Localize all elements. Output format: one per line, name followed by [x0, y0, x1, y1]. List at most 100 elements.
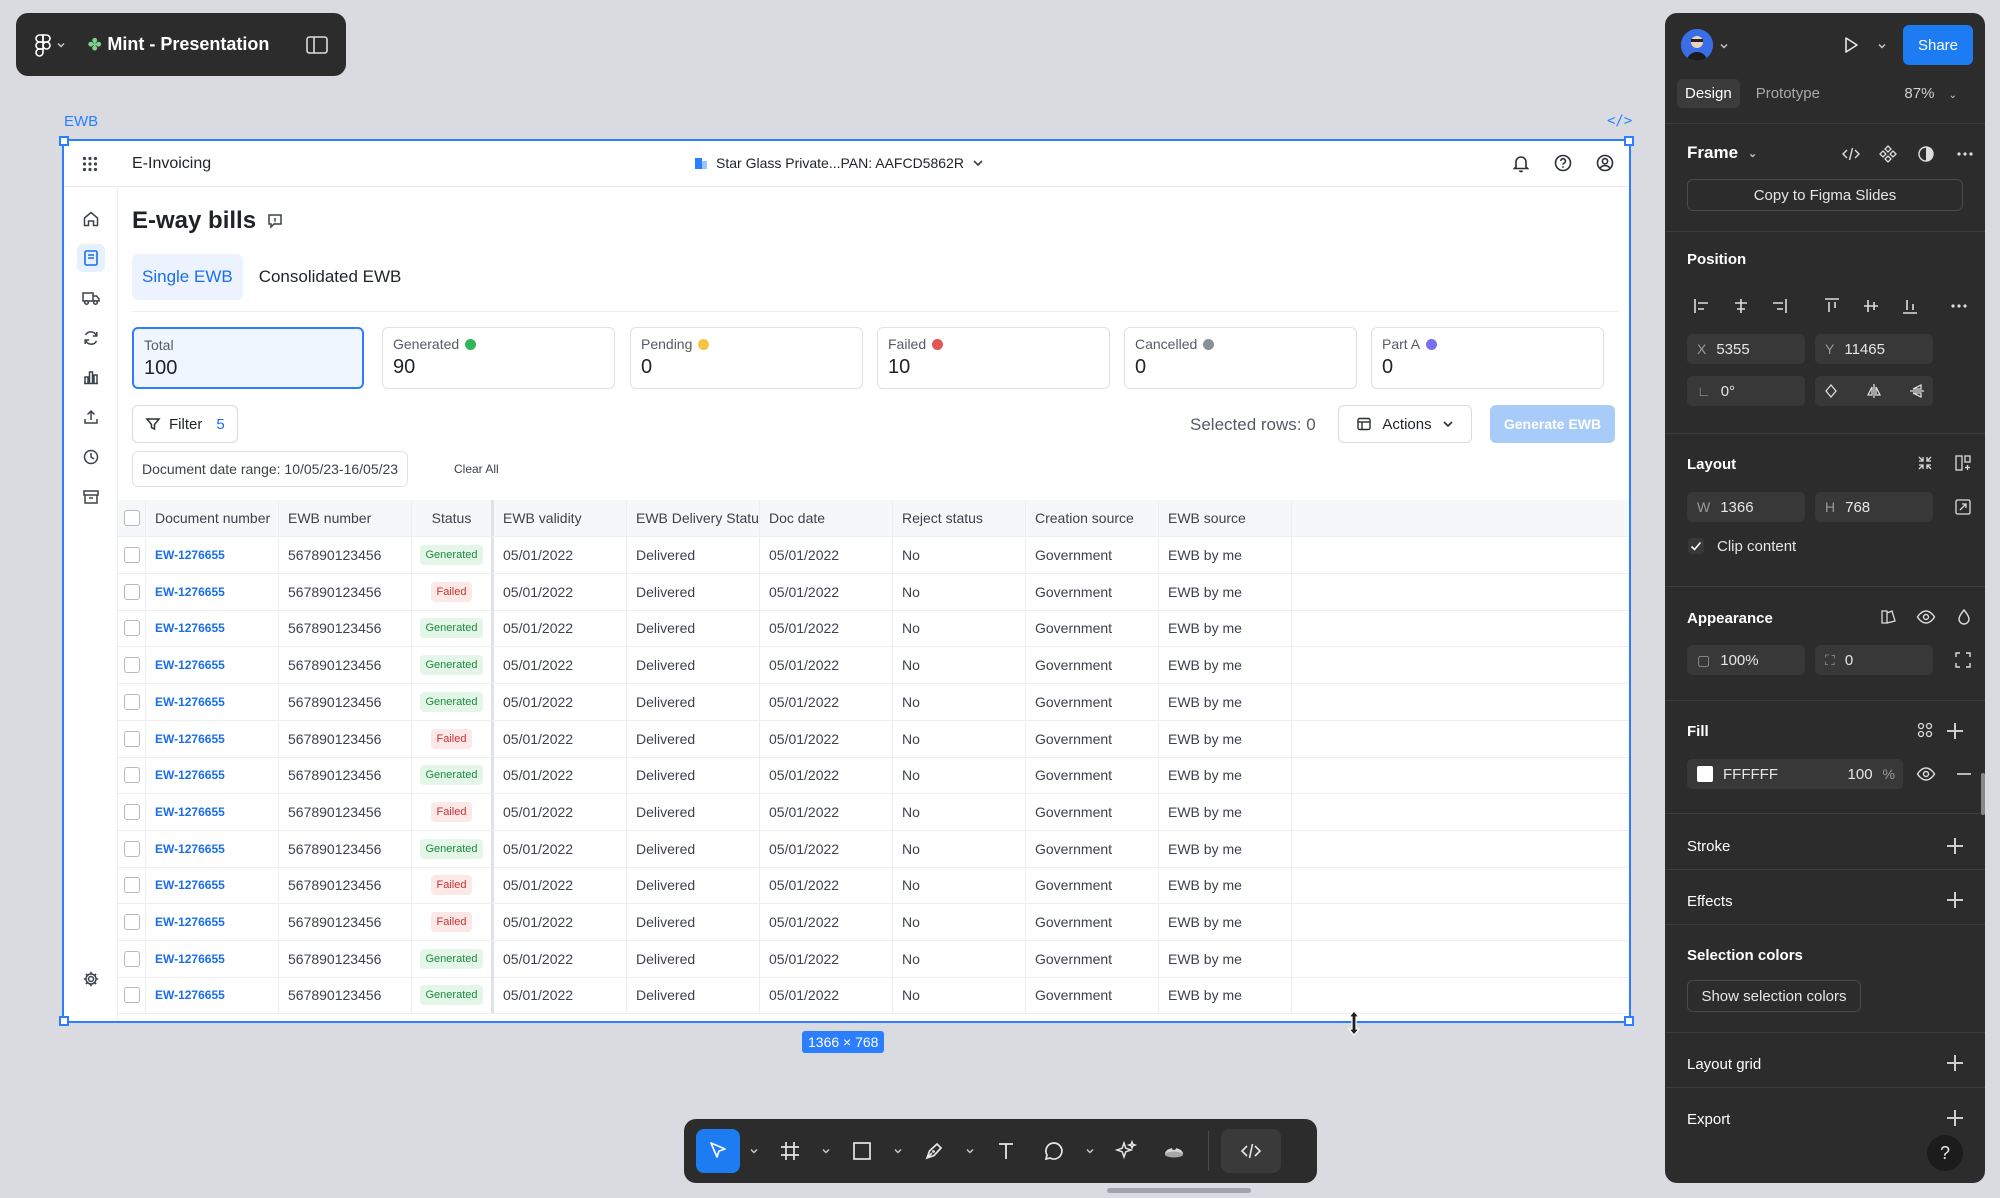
drop-icon[interactable] [1955, 608, 1973, 626]
document-number-link[interactable]: EW-1276655 [155, 585, 225, 599]
filter-button[interactable]: Filter 5 [132, 405, 238, 443]
row-checkbox[interactable] [123, 547, 140, 563]
rotation-field[interactable]: ∟ 0° [1687, 376, 1805, 406]
document-number-link[interactable]: EW-1276655 [155, 621, 225, 635]
move-tool[interactable] [696, 1129, 740, 1173]
fill-color-field[interactable]: FFFFFF 100 % [1687, 759, 1903, 789]
table-row[interactable]: EW-1276655 567890123456 Generated 05/01/202… [118, 647, 1629, 685]
document-number-link[interactable]: EW-1276655 [155, 732, 225, 746]
canvas-scrollbar[interactable] [1107, 1188, 1251, 1193]
select-all-checkbox[interactable] [123, 510, 140, 526]
add-layout-grid-button[interactable] [1945, 1053, 1965, 1073]
move-tool-menu[interactable] [744, 1146, 764, 1156]
row-checkbox[interactable] [123, 693, 140, 710]
row-checkbox[interactable] [123, 877, 140, 894]
column-header[interactable]: Status [412, 500, 494, 536]
column-header[interactable]: Creation source [1026, 500, 1159, 536]
tab-design[interactable]: Design [1677, 79, 1740, 108]
nav-home[interactable] [77, 205, 105, 233]
eye-icon[interactable] [1916, 608, 1936, 626]
help-icon[interactable] [1553, 153, 1573, 173]
clear-all-link[interactable]: Clear All [454, 462, 499, 476]
clip-content-checkbox[interactable]: Clip content [1687, 537, 1796, 555]
nav-settings[interactable] [77, 965, 105, 993]
opacity-field[interactable]: ▢ 100% [1687, 645, 1805, 675]
sidebar-toggle-button[interactable] [306, 35, 328, 54]
org-selector[interactable]: Star Glass Private...PAN: AAFCD5862R [694, 155, 984, 171]
resize-handle-br[interactable] [1624, 1016, 1634, 1026]
y-position-field[interactable]: Y 11465 [1815, 334, 1933, 364]
stat-generated[interactable]: Generated 90 [382, 327, 615, 389]
contrast-icon[interactable] [1916, 144, 1936, 164]
dev-mode-toggle[interactable] [1221, 1129, 1281, 1173]
column-header[interactable]: Doc date [760, 500, 893, 536]
independent-corners-icon[interactable] [1954, 651, 1972, 669]
resize-handle-bl[interactable] [59, 1016, 69, 1026]
row-checkbox[interactable] [123, 803, 140, 820]
pen-tool-menu[interactable] [960, 1146, 980, 1156]
chevron-down-icon[interactable] [1719, 41, 1729, 51]
panel-scrollbar[interactable] [1981, 773, 1985, 815]
auto-layout-icon[interactable] [1954, 454, 1972, 472]
pen-tool[interactable] [912, 1129, 956, 1173]
row-checkbox[interactable] [123, 840, 140, 857]
table-row[interactable]: EW-1276655 567890123456 Generated 05/01/202… [118, 610, 1629, 648]
comment-tool[interactable] [1032, 1129, 1076, 1173]
document-number-link[interactable]: EW-1276655 [155, 658, 225, 672]
frame-type-dropdown[interactable]: Frame ⌄ [1687, 143, 1757, 163]
minus-icon[interactable] [1955, 765, 1973, 783]
add-stroke-button[interactable] [1945, 836, 1965, 856]
table-row[interactable]: EW-1276655 567890123456 Failed 05/01/2022 De… [118, 793, 1629, 831]
flip-vertical-icon[interactable] [1909, 383, 1925, 399]
width-field[interactable]: W 1366 [1687, 492, 1805, 522]
app-launcher-button[interactable] [64, 156, 116, 172]
rotate-icon[interactable] [1823, 383, 1839, 399]
add-effect-button[interactable] [1945, 890, 1965, 910]
document-number-link[interactable]: EW-1276655 [155, 988, 225, 1002]
row-checkbox[interactable] [123, 767, 140, 784]
row-checkbox[interactable] [123, 730, 140, 747]
column-header[interactable]: Document number [146, 500, 279, 536]
zoom-level[interactable]: 87% ⌄ [1904, 85, 1957, 102]
document-number-link[interactable]: EW-1276655 [155, 915, 225, 929]
row-checkbox[interactable] [123, 620, 140, 637]
document-number-link[interactable]: EW-1276655 [155, 805, 225, 819]
show-selection-colors-button[interactable]: Show selection colors [1687, 980, 1861, 1012]
table-row[interactable]: EW-1276655 567890123456 Failed 05/01/2022 De… [118, 720, 1629, 758]
stat-part-a[interactable]: Part A 0 [1371, 327, 1604, 389]
align-right-button[interactable] [1764, 291, 1794, 321]
dev-mode-code-icon[interactable]: </> [1607, 113, 1632, 129]
table-row[interactable]: EW-1276655 567890123456 Failed 05/01/2022 De… [118, 904, 1629, 941]
info-chat-icon[interactable] [266, 212, 284, 230]
table-row[interactable]: EW-1276655 567890123456 Failed 05/01/2022 De… [118, 573, 1629, 611]
styles-grid-icon[interactable] [1916, 721, 1934, 739]
date-range-chip[interactable]: Document date range: 10/05/23-16/05/23 [132, 451, 409, 487]
table-row[interactable]: EW-1276655 567890123456 Generated 05/01/202… [118, 940, 1629, 978]
row-checkbox[interactable] [123, 950, 140, 967]
copy-to-slides-button[interactable]: Copy to Figma Slides [1687, 179, 1963, 211]
actions-button[interactable]: Actions [1338, 405, 1472, 443]
frame-tool[interactable] [768, 1129, 812, 1173]
variable-mode-icon[interactable] [1879, 608, 1897, 626]
tab-prototype[interactable]: Prototype [1748, 79, 1828, 108]
add-fill-button[interactable] [1945, 721, 1965, 741]
stat-total[interactable]: Total 100 [132, 327, 364, 389]
row-checkbox[interactable] [123, 657, 140, 674]
help-button[interactable]: ? [1927, 1135, 1963, 1171]
nav-reconcile[interactable] [77, 324, 105, 352]
file-title[interactable]: ✤ Mint - Presentation [88, 34, 269, 55]
figma-menu-button[interactable] [34, 33, 66, 57]
row-checkbox[interactable] [123, 987, 140, 1004]
column-header[interactable]: EWB validity [494, 500, 627, 536]
share-button[interactable]: Share [1903, 25, 1973, 65]
column-header[interactable]: EWB source [1159, 500, 1292, 536]
table-row[interactable]: EW-1276655 567890123456 Generated 05/01/202… [118, 683, 1629, 721]
resize-handle-tl[interactable] [59, 136, 69, 146]
add-export-button[interactable] [1945, 1108, 1965, 1128]
avatar[interactable] [1681, 29, 1713, 61]
frame-tool-menu[interactable] [816, 1146, 836, 1156]
frame-name-label[interactable]: EWB [64, 113, 98, 130]
chevron-down-icon[interactable] [1877, 41, 1887, 51]
flip-horizontal-icon[interactable] [1866, 383, 1882, 399]
collapse-icon[interactable] [1916, 454, 1934, 472]
